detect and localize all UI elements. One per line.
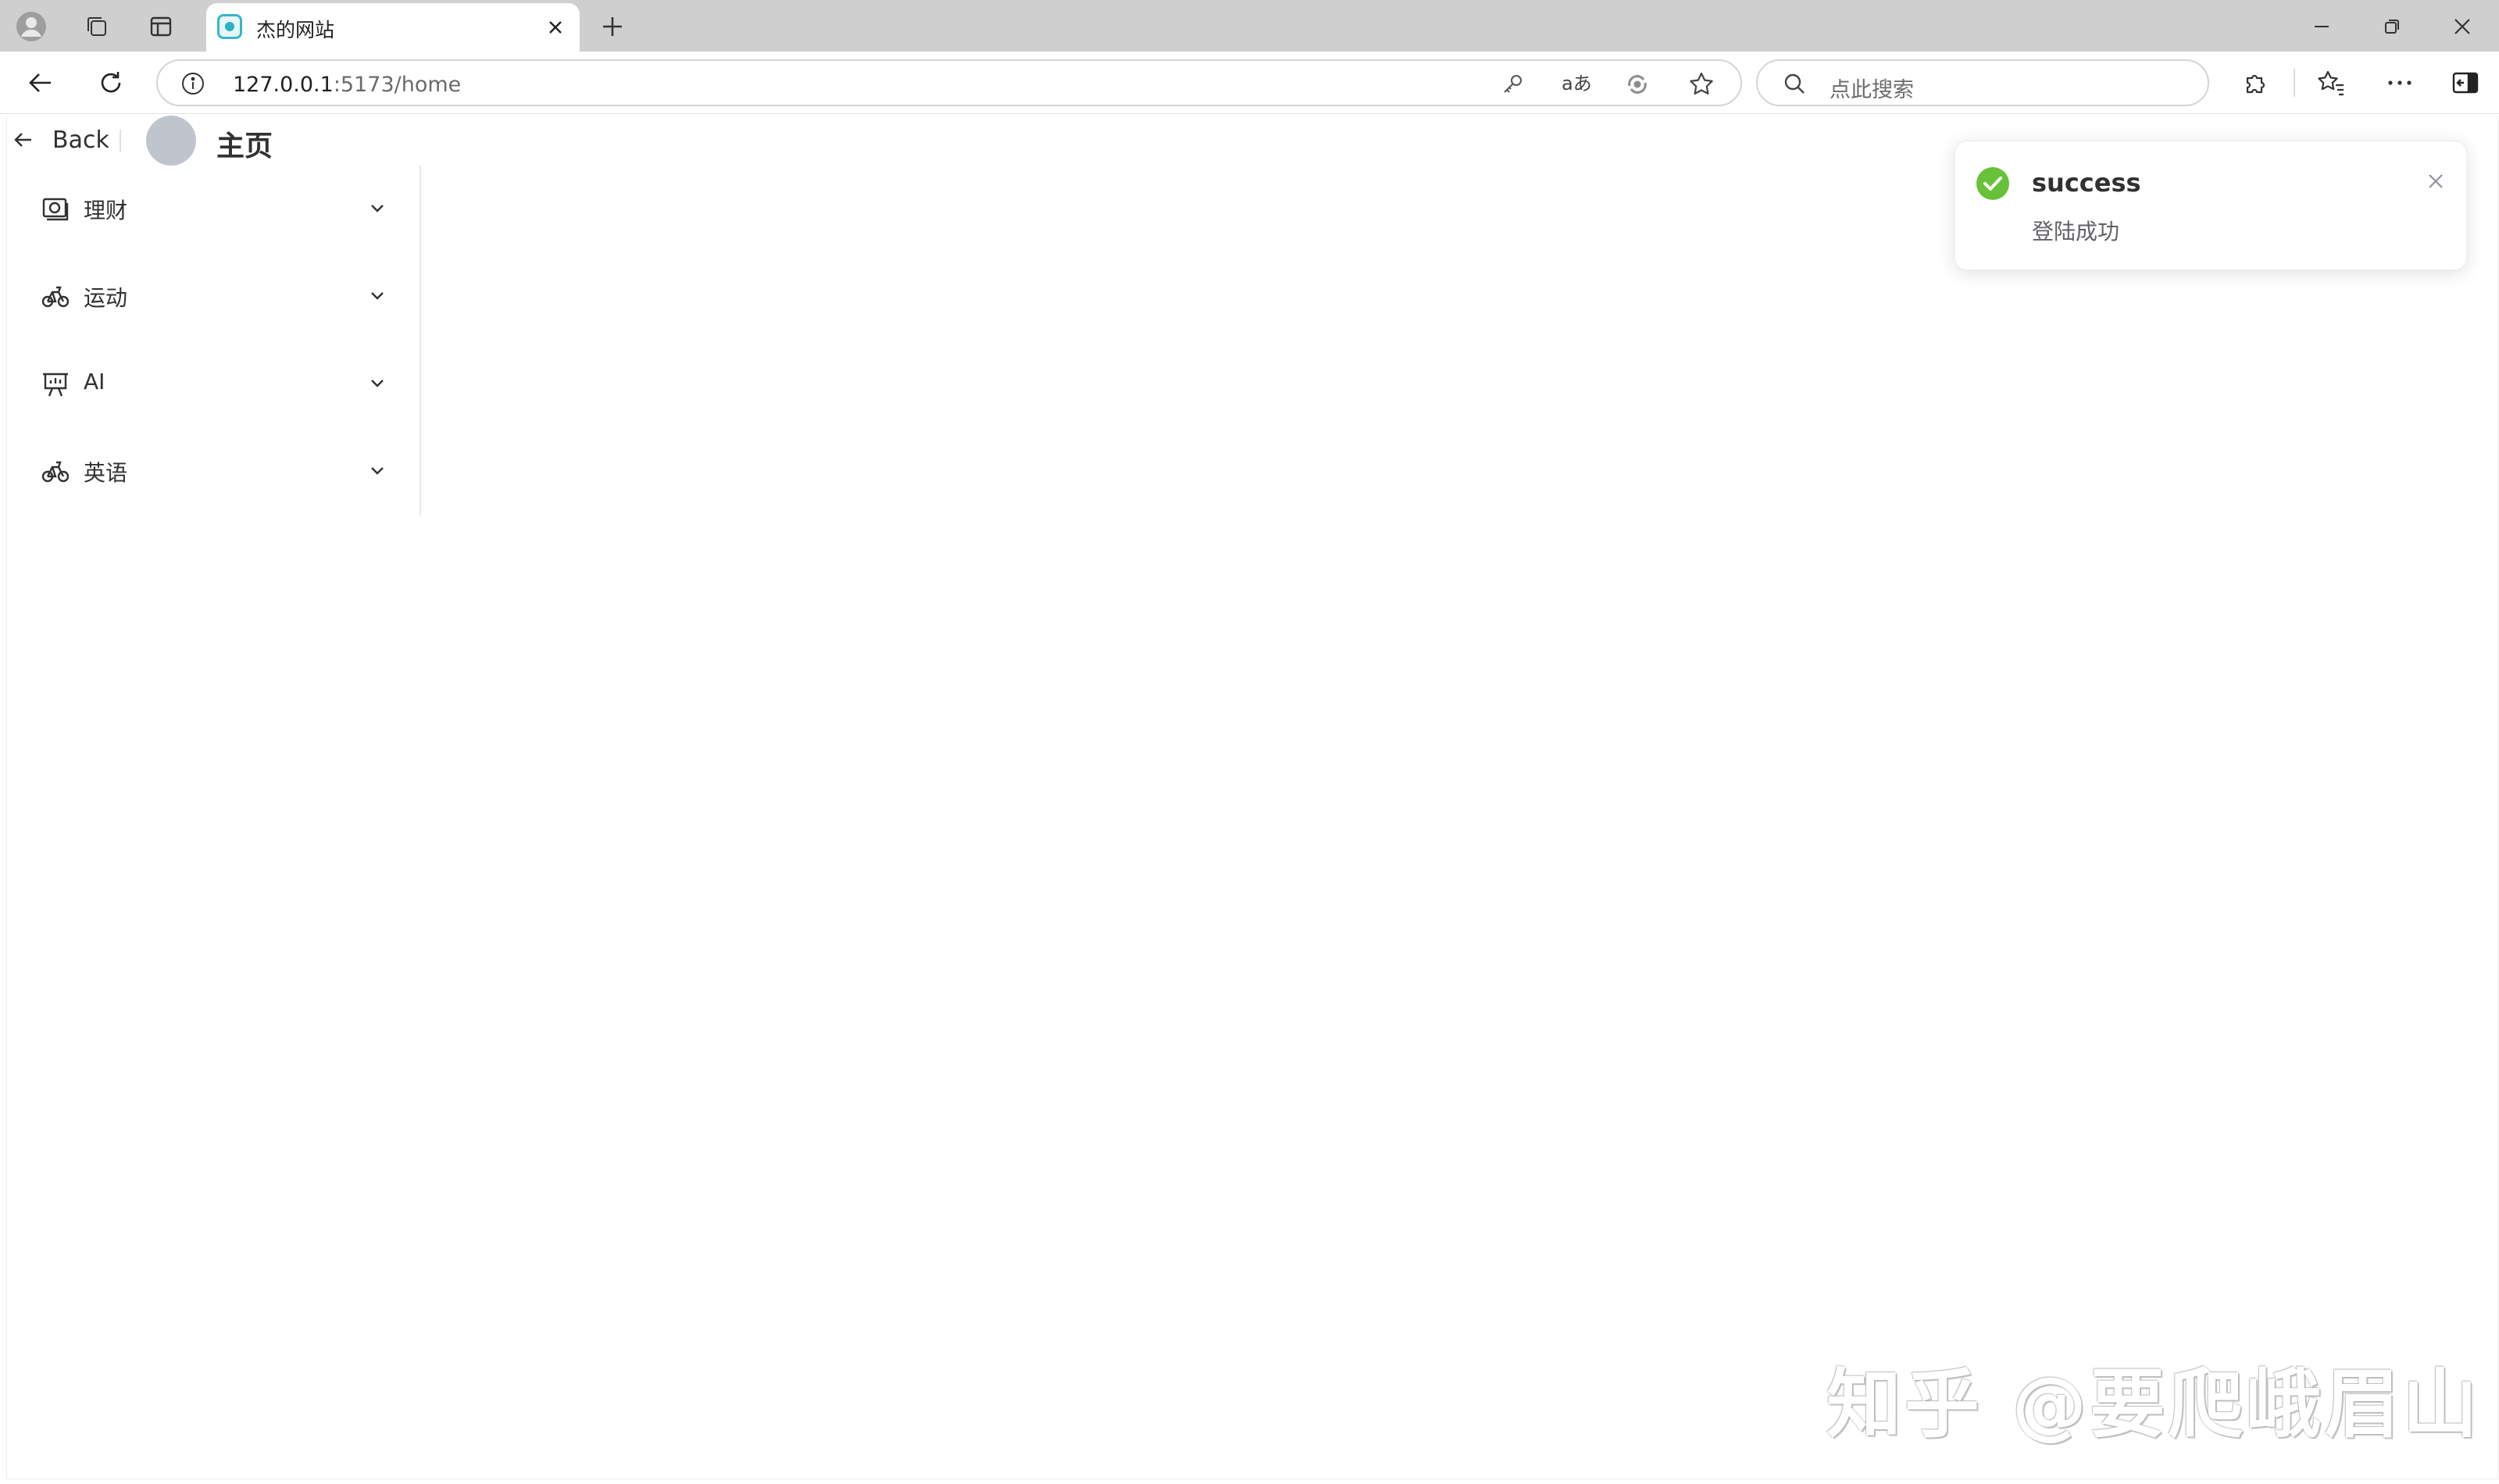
search-icon <box>1781 70 1808 97</box>
sidebar-item-yundong[interactable]: 运动 <box>7 253 419 341</box>
browser-toolbar: 127.0.0.1:5173/home aあ 点此搜索 <box>0 52 2499 114</box>
check-circle-icon <box>1976 166 2010 201</box>
favorites-icon[interactable] <box>2314 66 2348 100</box>
sidebar-icon[interactable] <box>2448 66 2483 100</box>
url-text: 127.0.0.1:5173/home <box>233 73 461 97</box>
sidebar-item-label: 理财 <box>84 198 128 223</box>
search-bar[interactable]: 点此搜索 <box>1756 59 2209 106</box>
puzzle-icon[interactable] <box>2239 66 2273 100</box>
active-tab[interactable]: 杰的网站 <box>206 3 580 52</box>
profile-icon[interactable] <box>14 9 48 44</box>
svg-text:aあ: aあ <box>1562 73 1591 95</box>
presentation-icon <box>41 370 70 398</box>
arrow-left-icon[interactable] <box>23 66 58 100</box>
sidebar-item-ai[interactable]: AI <box>7 341 419 428</box>
chevron-down-icon <box>368 461 390 483</box>
toolbar-divider <box>2294 69 2295 97</box>
tab-title: 杰的网站 <box>256 19 335 41</box>
info-icon[interactable] <box>180 70 206 97</box>
avatar[interactable] <box>146 116 196 166</box>
browser-tab-strip: 杰的网站 <box>0 0 2499 52</box>
page-viewport: Back 主页 理财 运动 AI 英语 <box>6 116 2498 1479</box>
minimize-icon[interactable] <box>2306 11 2337 42</box>
sidebar-item-label: 英语 <box>84 460 128 486</box>
arrow-left-icon <box>12 128 35 152</box>
sidebar-item-label: 运动 <box>84 285 128 311</box>
header-divider <box>120 130 121 152</box>
notification-title: success <box>2032 168 2141 198</box>
translate-icon[interactable]: aあ <box>1559 69 1592 98</box>
workspaces-icon[interactable] <box>81 11 112 42</box>
url-path: :5173/home <box>333 73 462 97</box>
money-icon <box>41 195 70 223</box>
sidebar-item-yingyu[interactable]: 英语 <box>7 428 419 515</box>
search-placeholder: 点此搜索 <box>1830 78 1914 102</box>
sidebar-item-label: AI <box>84 369 105 394</box>
site-favicon-icon <box>217 14 242 39</box>
page-title: 主页 <box>216 130 273 162</box>
chevron-down-icon <box>368 198 390 220</box>
notification-message: 登陆成功 <box>2032 219 2120 244</box>
chevron-down-icon <box>368 373 390 395</box>
success-notification: success 登陆成功 <box>1955 141 2467 270</box>
close-window-icon[interactable] <box>2447 11 2478 42</box>
sidebar-item-licai[interactable]: 理财 <box>7 166 419 253</box>
url-host: 127.0.0.1 <box>233 73 334 97</box>
back-button[interactable]: Back <box>12 122 109 158</box>
tab-actions-icon[interactable] <box>145 11 177 42</box>
refresh-icon[interactable] <box>94 66 128 100</box>
restore-icon[interactable] <box>2376 11 2408 42</box>
more-icon[interactable] <box>2383 66 2417 100</box>
close-icon[interactable] <box>2422 168 2449 194</box>
key-icon[interactable] <box>1498 70 1526 98</box>
copilot-icon[interactable] <box>1623 70 1651 98</box>
close-tab-icon[interactable] <box>542 14 569 41</box>
chevron-down-icon <box>368 286 390 308</box>
sidebar-menu: 理财 运动 AI 英语 <box>7 166 421 515</box>
star-icon[interactable] <box>1686 69 1717 100</box>
address-bar[interactable]: 127.0.0.1:5173/home aあ <box>156 59 1742 106</box>
bicycle-icon <box>41 458 70 486</box>
bicycle-icon <box>41 283 70 311</box>
watermark: 知乎 @要爬峨眉山 <box>1826 1361 2481 1448</box>
plus-icon[interactable] <box>595 9 630 44</box>
back-label: Back <box>52 126 109 154</box>
